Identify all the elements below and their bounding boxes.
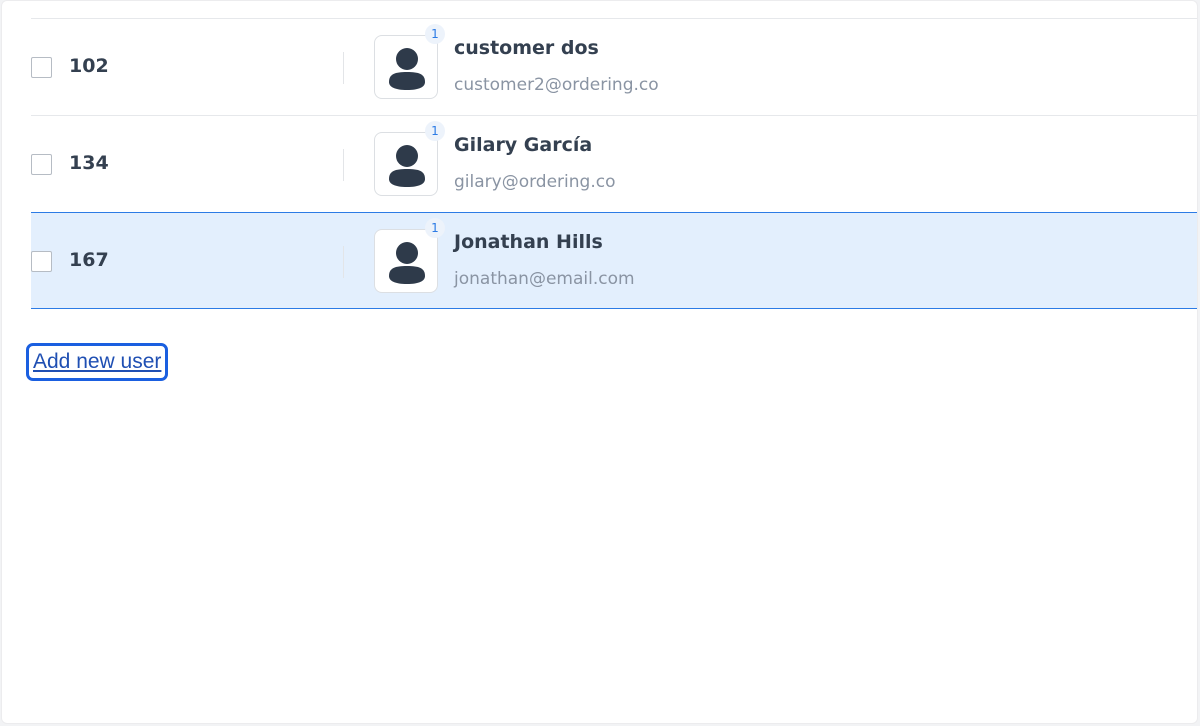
avatar[interactable] <box>374 35 438 99</box>
user-name: customer dos <box>454 37 599 59</box>
column-divider <box>343 246 344 278</box>
add-new-user-link[interactable]: Add new user <box>26 343 169 381</box>
row-checkbox[interactable] <box>31 154 52 175</box>
count-badge: 1 <box>425 24 445 44</box>
avatar[interactable] <box>374 229 438 293</box>
users-table: 102 1 customer dos customer2@ordering.co… <box>31 18 1197 309</box>
user-silhouette-icon <box>389 48 425 90</box>
table-row-selected[interactable]: 167 1 Jonathan Hills jonathan@email.com <box>31 212 1197 309</box>
column-divider <box>343 149 344 181</box>
user-email: jonathan@email.com <box>454 269 635 289</box>
user-id: 134 <box>69 152 109 174</box>
user-email: gilary@ordering.co <box>454 172 616 192</box>
row-checkbox[interactable] <box>31 251 52 272</box>
avatar[interactable] <box>374 132 438 196</box>
user-id: 167 <box>69 249 109 271</box>
count-badge: 1 <box>425 121 445 141</box>
user-name: Gilary García <box>454 134 593 156</box>
table-row[interactable]: 134 1 Gilary García gilary@ordering.co <box>31 115 1197 212</box>
table-row[interactable]: 102 1 customer dos customer2@ordering.co <box>31 18 1197 115</box>
user-silhouette-icon <box>389 242 425 284</box>
user-name: Jonathan Hills <box>454 231 603 253</box>
user-silhouette-icon <box>389 145 425 187</box>
user-id: 102 <box>69 55 109 77</box>
users-panel: 102 1 customer dos customer2@ordering.co… <box>1 0 1198 724</box>
column-divider <box>343 52 344 84</box>
count-badge: 1 <box>425 218 445 238</box>
user-email: customer2@ordering.co <box>454 75 659 95</box>
row-checkbox[interactable] <box>31 57 52 78</box>
